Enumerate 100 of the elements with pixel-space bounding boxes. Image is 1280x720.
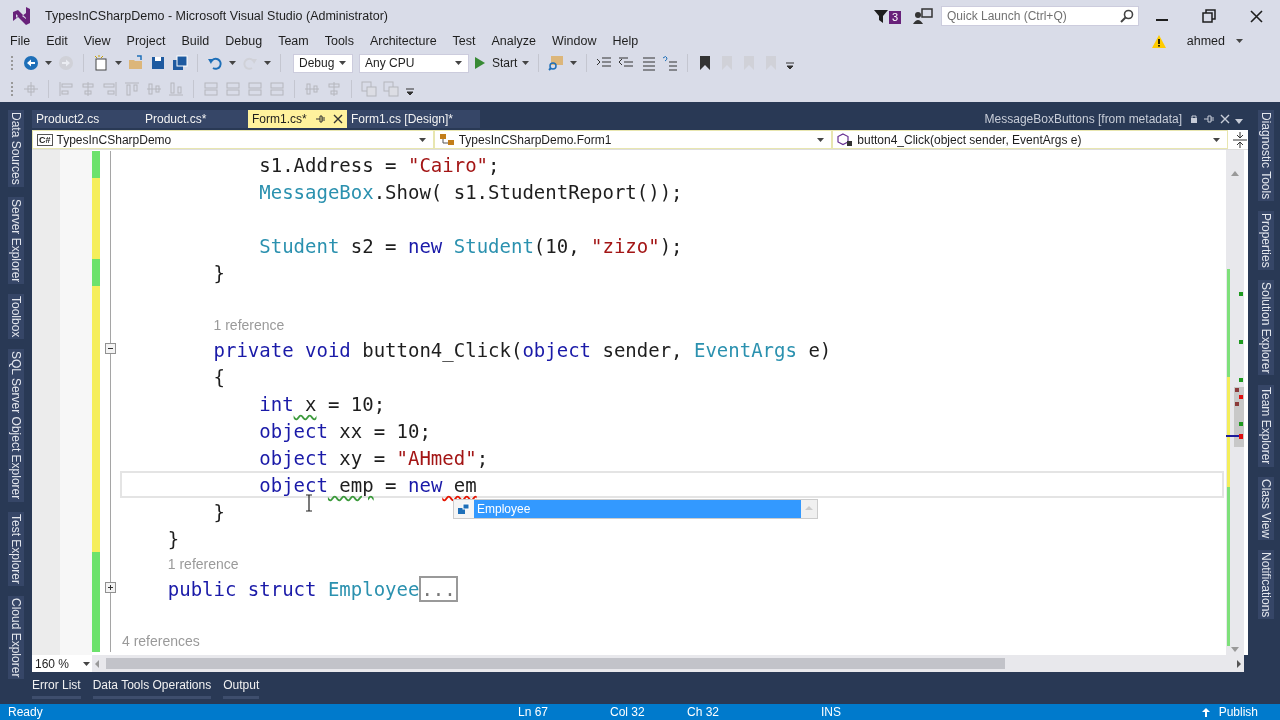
uncomment-lines-icon[interactable] bbox=[662, 55, 679, 71]
side-panel-tab[interactable]: SQL Server Object Explorer bbox=[8, 349, 24, 502]
play-icon bbox=[475, 57, 485, 69]
menu-item[interactable]: File bbox=[2, 34, 39, 48]
class-icon bbox=[438, 132, 455, 147]
zoom-dropdown[interactable]: 160 % bbox=[32, 655, 92, 672]
caret-icon[interactable] bbox=[1235, 119, 1243, 124]
tool-window-tab[interactable]: Data Tools Operations bbox=[92, 677, 212, 699]
code-line: object emp = new em bbox=[258, 473, 477, 496]
code-line: } bbox=[166, 527, 180, 550]
feedback-icon[interactable] bbox=[913, 7, 933, 25]
start-button[interactable]: Start bbox=[469, 53, 520, 73]
warning-icon[interactable] bbox=[1150, 33, 1167, 49]
caret-icon[interactable] bbox=[570, 61, 578, 65]
open-folder-icon[interactable] bbox=[128, 55, 144, 71]
menu-item[interactable]: Team bbox=[270, 34, 317, 48]
caret-icon[interactable] bbox=[418, 137, 426, 142]
menu-item[interactable]: Window bbox=[544, 34, 605, 48]
code-line: { bbox=[212, 365, 225, 388]
upload-arrow-icon[interactable] bbox=[1200, 706, 1211, 718]
caret-icon[interactable] bbox=[455, 61, 462, 65]
side-panel-tab[interactable]: Toolbox bbox=[8, 294, 24, 340]
code-line: MessageBox.Show( s1.StudentReport()); bbox=[258, 180, 683, 203]
character-number: Ch 32 bbox=[687, 705, 721, 719]
menu-item[interactable]: Help bbox=[604, 34, 647, 48]
filter-icon[interactable] bbox=[872, 8, 889, 24]
code-line: Student s2 = new Student(10, "zizo"); bbox=[258, 234, 683, 257]
caret-icon[interactable] bbox=[45, 61, 52, 65]
column-number: Col 32 bbox=[610, 705, 646, 719]
close-icon[interactable] bbox=[332, 114, 343, 124]
side-panel-tab[interactable]: Properties bbox=[1258, 211, 1274, 270]
menu-item[interactable]: Architecture bbox=[361, 34, 445, 48]
tool-window-tab[interactable]: Output bbox=[223, 677, 260, 699]
caret-icon[interactable] bbox=[1213, 137, 1220, 142]
side-panel-tab[interactable]: Server Explorer bbox=[8, 196, 24, 285]
side-panel-tab[interactable]: Class View bbox=[1258, 476, 1274, 540]
expand-toggle[interactable] bbox=[105, 582, 116, 593]
pin-icon[interactable] bbox=[314, 114, 325, 124]
code-line: public struct Employee... bbox=[166, 577, 458, 600]
line-number: Ln 67 bbox=[518, 705, 550, 719]
toolbar-overflow-icon[interactable] bbox=[406, 88, 414, 96]
comment-lines-icon[interactable] bbox=[640, 55, 657, 71]
document-tab[interactable]: Product.cs* bbox=[137, 110, 248, 128]
caret-icon[interactable] bbox=[817, 137, 825, 142]
menu-item[interactable]: Debug bbox=[217, 34, 271, 48]
side-panel-tab[interactable]: Diagnostic Tools bbox=[1258, 110, 1274, 202]
toolbar-overflow-icon[interactable] bbox=[786, 62, 795, 70]
caret-icon[interactable] bbox=[1236, 39, 1243, 43]
account-name[interactable]: ahmed bbox=[1186, 34, 1225, 48]
search-icon[interactable] bbox=[1120, 9, 1134, 23]
menu-item[interactable]: Tools bbox=[316, 34, 362, 48]
caret-icon[interactable] bbox=[339, 61, 346, 65]
restore-icon[interactable] bbox=[1202, 9, 1216, 23]
tool-window-tab[interactable]: Error List bbox=[32, 677, 81, 699]
menu-item[interactable]: Edit bbox=[38, 34, 76, 48]
side-panel-tab[interactable]: Notifications bbox=[1258, 549, 1274, 620]
menu-item[interactable]: Test bbox=[444, 34, 484, 48]
menu-item[interactable]: Project bbox=[118, 34, 174, 48]
close-icon[interactable] bbox=[1250, 9, 1263, 23]
project-badge: C# bbox=[37, 133, 53, 146]
window-title: TypesInCSharpDemo - Microsoft Visual Studio (Administrator) bbox=[45, 9, 388, 23]
configuration-dropdown[interactable]: Debug bbox=[293, 53, 353, 73]
side-panel-tab[interactable]: Team Explorer bbox=[1258, 385, 1274, 467]
scrollbar-thumb[interactable] bbox=[106, 658, 1006, 669]
menu-item[interactable]: Analyze bbox=[483, 34, 544, 48]
caret-icon[interactable] bbox=[522, 61, 530, 65]
document-tab[interactable]: Form1.cs* bbox=[248, 110, 347, 128]
code-line: int x = 10; bbox=[258, 392, 386, 415]
code-line: private void button4_Click(object sender, EventArgs e) bbox=[212, 338, 832, 361]
caret-icon[interactable] bbox=[229, 61, 236, 65]
document-tab[interactable]: Form1.cs [Design]* bbox=[347, 110, 480, 128]
notification-count[interactable]: 3 bbox=[888, 11, 901, 24]
configuration-dropdown[interactable]: Any CPU bbox=[359, 53, 469, 73]
navigation-dropdown[interactable]: button4_Click(object sender, EventArgs e) bbox=[832, 130, 1228, 149]
split-window-icon[interactable] bbox=[1232, 130, 1248, 149]
text-cursor-icon bbox=[305, 494, 313, 512]
menu-item[interactable]: View bbox=[75, 34, 119, 48]
method-icon bbox=[837, 132, 854, 147]
caret-icon[interactable] bbox=[83, 661, 90, 666]
side-panel-tab[interactable]: Test Explorer bbox=[8, 511, 24, 586]
collapse-toggle[interactable] bbox=[105, 343, 116, 354]
publish-button[interactable]: Publish bbox=[1218, 705, 1258, 719]
save-all-icon[interactable] bbox=[172, 55, 188, 71]
document-tab[interactable]: Product2.cs bbox=[32, 110, 137, 128]
caret-icon[interactable] bbox=[115, 61, 122, 65]
menu-item[interactable]: Build bbox=[173, 34, 218, 48]
navigation-dropdown[interactable]: TypesInCSharpDemo.Form1 bbox=[433, 130, 833, 149]
navigation-dropdown[interactable]: C# TypesInCSharpDemo bbox=[32, 130, 434, 149]
save-icon[interactable] bbox=[150, 55, 166, 71]
code-line: s1.Address = "Cairo"; bbox=[258, 153, 500, 176]
quick-launch-field[interactable]: Quick Launch (Ctrl+Q) bbox=[941, 6, 1139, 26]
undo-icon[interactable] bbox=[207, 55, 223, 71]
side-panel-tab[interactable]: Cloud Explorer bbox=[8, 595, 24, 680]
side-panel-tab[interactable]: Solution Explorer bbox=[1258, 279, 1274, 376]
new-project-icon[interactable] bbox=[93, 55, 109, 71]
insert-mode: INS bbox=[821, 705, 842, 719]
find-in-files-icon[interactable] bbox=[548, 55, 565, 71]
side-panel-tab[interactable]: Data Sources bbox=[8, 110, 24, 187]
preview-tab[interactable]: MessageBoxButtons [from metadata] bbox=[984, 110, 1182, 128]
scroll-right-icon[interactable] bbox=[1234, 657, 1244, 670]
